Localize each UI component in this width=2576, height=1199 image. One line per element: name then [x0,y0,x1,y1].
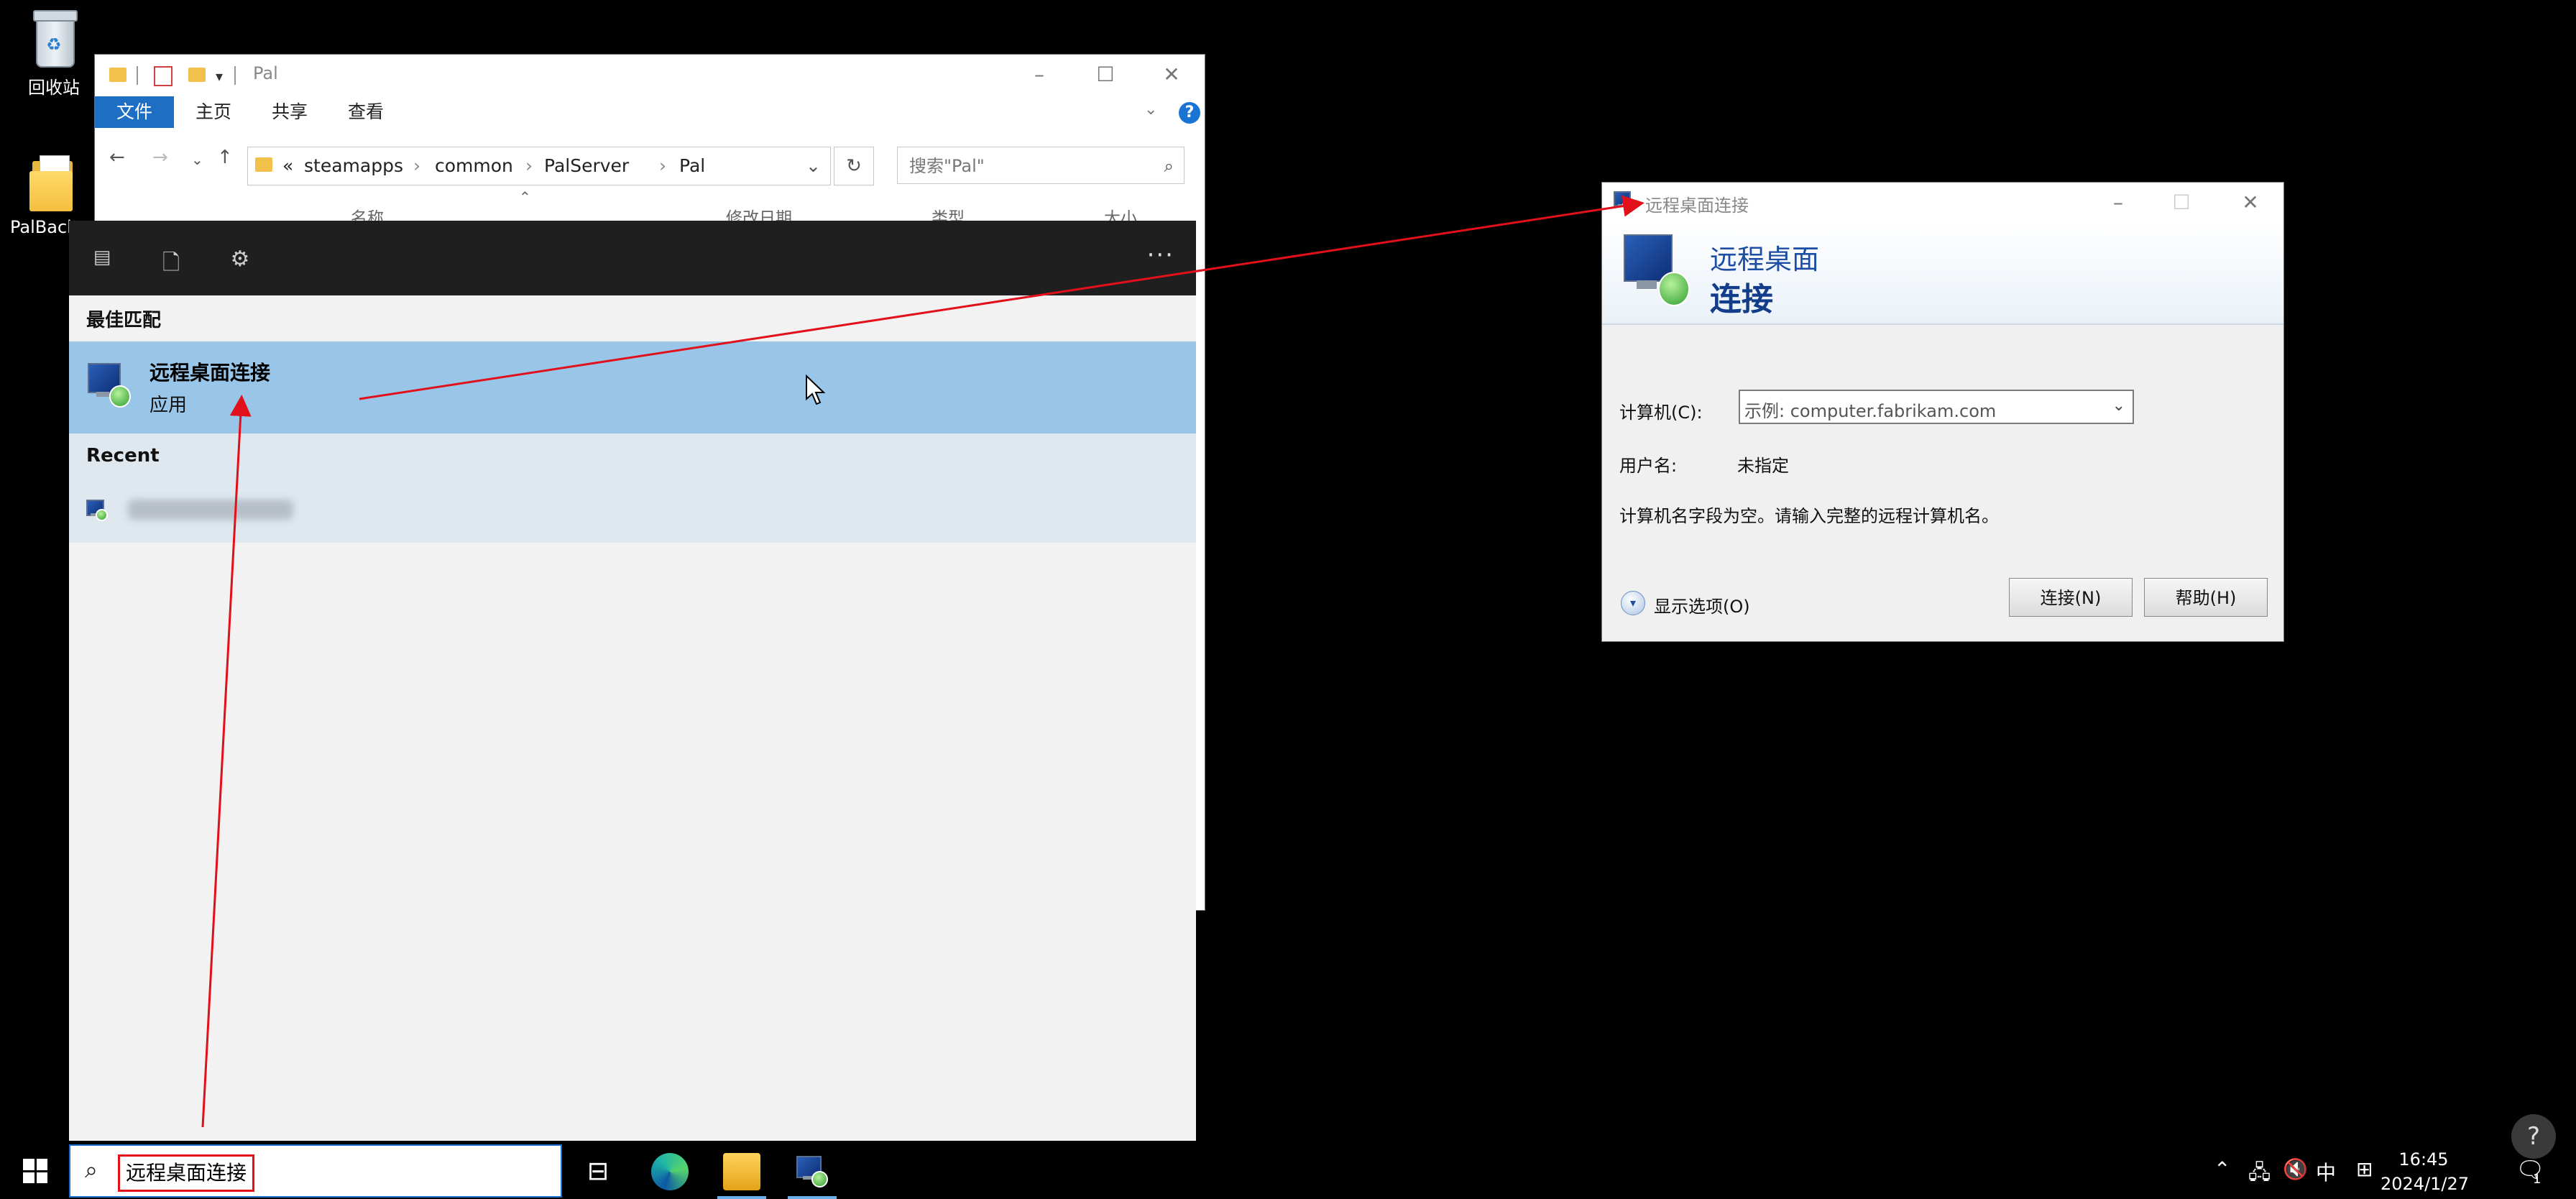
annotation-arrow-result-to-dialog [359,195,1644,400]
annotation-arrow-search-to-result [201,395,252,1128]
annotation-arrows [201,195,1644,1128]
